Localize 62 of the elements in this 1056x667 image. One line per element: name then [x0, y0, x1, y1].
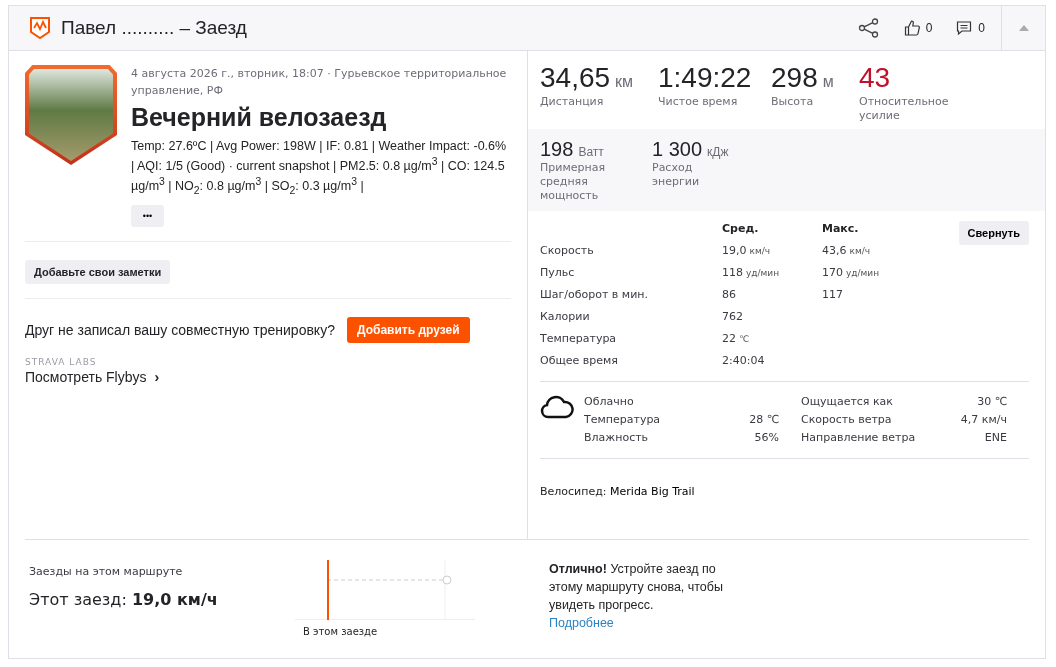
activity-description: Temp: 27.6ºC | Avg Power: 198W | IF: 0.81 | Weather Impact: -0.6% | AQI: 1/5 (Good) · current snapshot | PM2.5: 0.8 µg/m$^{3}$ | CO: 124.5 µg/m$^{3}$ | NO$_{2}$: 0.8 µg/m$^{3}$ | SO$_{2}$: 0.3 µg/m$^{3}$ | [131, 138, 508, 198]
weather-value: ENE [984, 429, 1007, 446]
comment-icon [956, 20, 973, 36]
stat-label: Шаг/оборот в мин. [540, 286, 649, 303]
stat-value: 198 Ватт [540, 136, 605, 161]
more-button[interactable]: ••• [131, 204, 164, 227]
stat-label: Расход энергии [652, 160, 701, 189]
stat-label: Относительное усилие [859, 94, 950, 123]
page-title: Павел .......... – Заезд [61, 17, 248, 39]
stat-value: 117 [822, 286, 844, 303]
stat-value: 1 300 кДж [652, 136, 730, 161]
stat-label: Общее время [540, 352, 619, 369]
thumbs-up-icon [903, 20, 920, 36]
stat-value: 298 м [771, 61, 835, 95]
like-button[interactable]: 0 [895, 20, 941, 36]
collapse-button[interactable]: Свернуть [958, 220, 1029, 245]
flybys-link[interactable]: Посмотреть Flybys › [25, 368, 160, 385]
stat-value: 170 уд/мин [822, 264, 881, 281]
weather-value: 56% [754, 429, 779, 446]
stat-value: 22 ℃ [722, 330, 751, 347]
add-notes-button[interactable]: Добавьте свои заметки [25, 259, 171, 284]
activity-name: Вечерний велозаезд [131, 103, 388, 132]
stat-label: Скорость [540, 242, 595, 259]
column-header: Макс. [822, 220, 860, 237]
stat-value: 1:49:22 [658, 61, 753, 95]
stat-label: Чистое время [658, 94, 739, 109]
bike-info: Велосипед: Merida Big Trail [540, 484, 696, 498]
stat-value: 19,0 км/ч [722, 242, 772, 259]
learn-more-link[interactable]: Подробнее [549, 616, 614, 630]
weather-label: Ощущается как [801, 393, 893, 410]
weather-label: Скорость ветра [801, 411, 892, 428]
comment-button[interactable]: 0 [948, 20, 993, 36]
this-ride-speed: Этот заезд: 19,0 км/ч [29, 590, 219, 609]
weather-label: Температура [584, 411, 661, 428]
stat-label: Температура [540, 330, 618, 347]
stat-value: 2:40:04 [722, 352, 766, 369]
column-header: Сред. [722, 220, 760, 237]
activity-logo-icon [29, 16, 51, 40]
stat-label: Примерная средняя мощность [540, 160, 606, 203]
stat-value: 762 [722, 308, 744, 325]
route-message: Отлично! Устройте заезд по этому маршруту снова, чтобы увидеть прогресс. [549, 562, 723, 612]
stat-label: Дистанция [540, 94, 605, 109]
stat-label: Калории [540, 308, 591, 325]
stat-value: 118 уд/мин [722, 264, 781, 281]
weather-value: 28 ℃ [749, 411, 779, 428]
stat-value: 43,6 км/ч [822, 242, 872, 259]
weather-value: 4,7 км/ч [960, 411, 1007, 428]
weather-value: 30 ℃ [977, 393, 1007, 410]
chart-label: В этом заезде [303, 626, 379, 637]
caret-icon [1018, 25, 1029, 31]
route-title: Заезды на этом маршруте [29, 565, 183, 578]
stat-label: Пульс [540, 264, 576, 281]
friends-prompt: Друг не записал вашу совместную тренировку? [25, 321, 335, 338]
weather-label: Направление ветра [801, 429, 916, 446]
weather-label: Влажность [584, 429, 649, 446]
stat-value: 43 [859, 61, 892, 95]
stat-value: 86 [722, 286, 737, 303]
stat-value: 34,65 км [540, 61, 635, 95]
activity-meta: 4 августа 2026 г., вторник, 18:07 · Гурьевское территориальное управление, РФ [131, 66, 508, 99]
cloud-icon [540, 393, 574, 420]
weather-label: Облачно [584, 393, 634, 410]
labs-label: STRAVA LABS [25, 356, 98, 367]
